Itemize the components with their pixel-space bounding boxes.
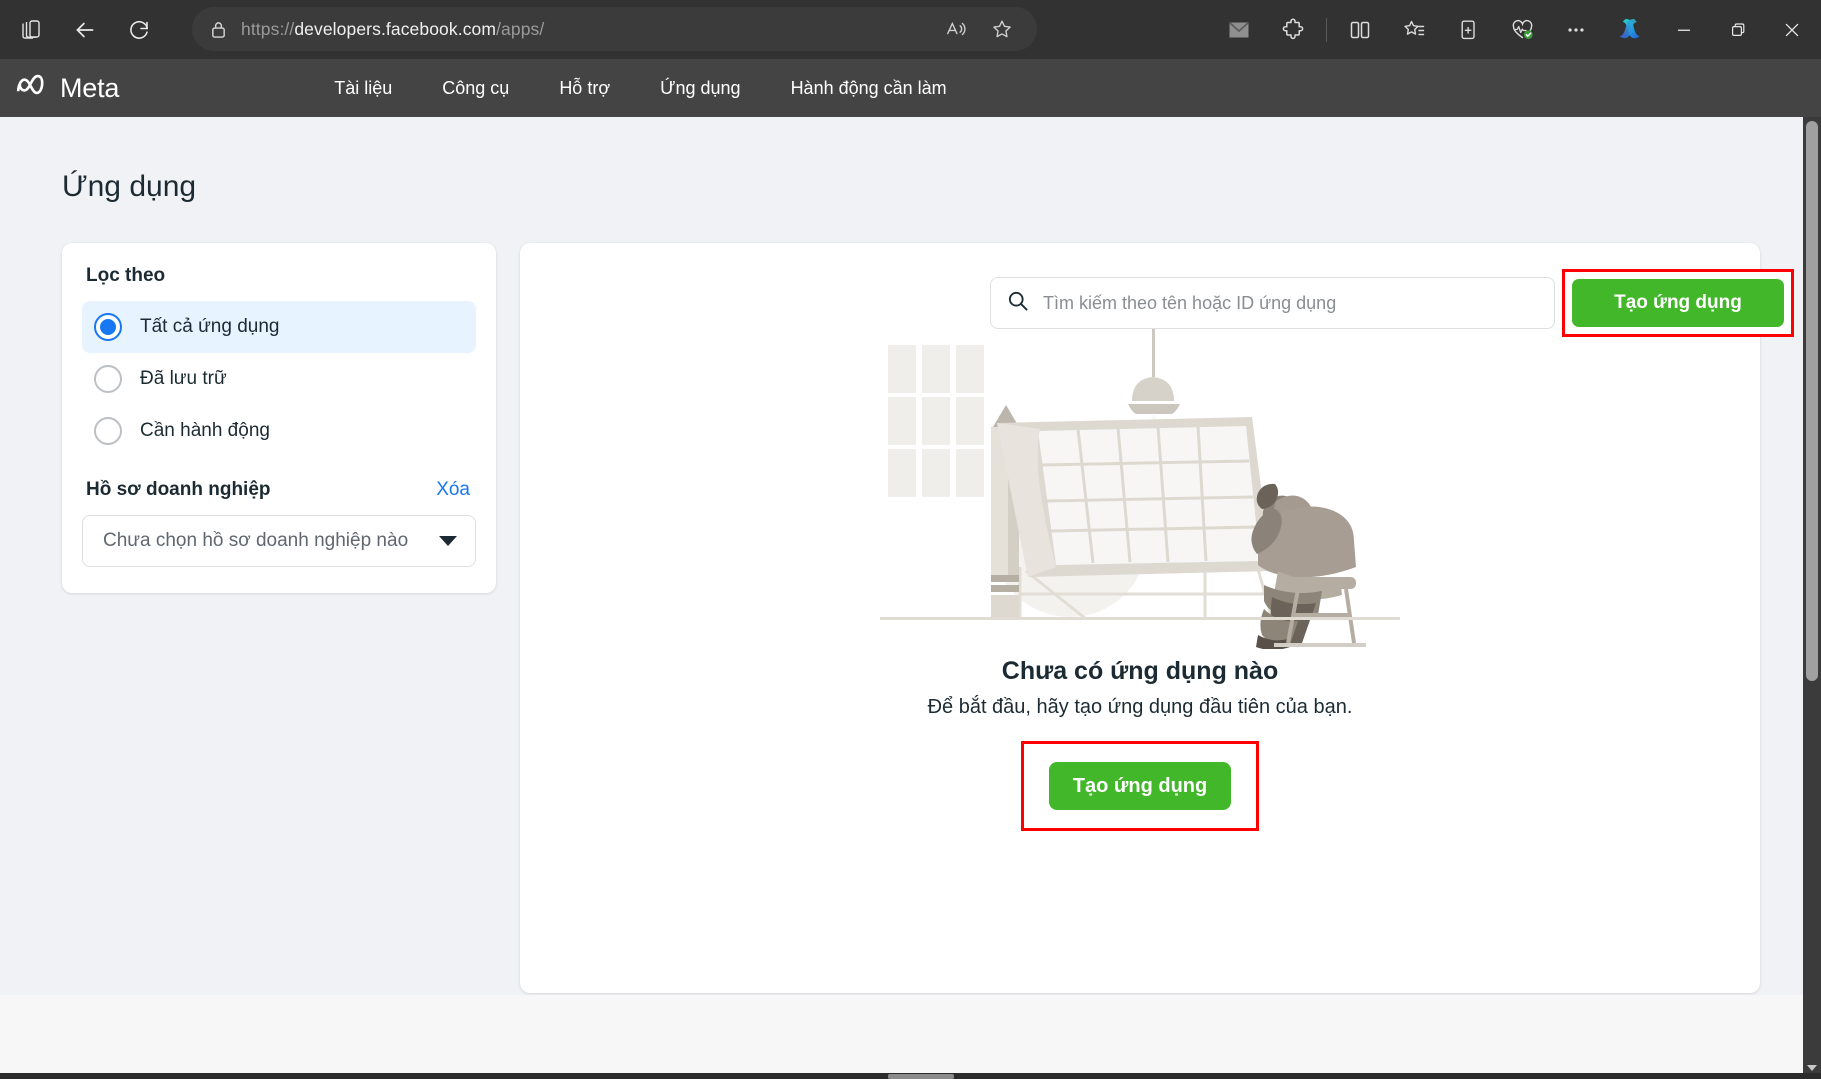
page-title: Ứng dụng — [62, 170, 196, 204]
empty-state-subtitle: Để bắt đầu, hãy tạo ứng dụng đầu tiên củ… — [928, 696, 1353, 719]
lock-icon — [210, 20, 227, 39]
omnibox-actions — [935, 11, 1023, 47]
toolbar-divider — [1326, 18, 1327, 42]
apps-content-row: Lọc theo Tất cả ứng dụng Đã lưu trữ Cần … — [0, 243, 1803, 993]
create-app-button-highlight-top: Tạo ứng dụng — [1562, 269, 1794, 337]
filter-panel: Lọc theo Tất cả ứng dụng Đã lưu trữ Cần … — [62, 243, 496, 593]
empty-state-title: Chưa có ứng dụng nào — [1002, 657, 1278, 686]
more-options-icon[interactable] — [1549, 8, 1603, 52]
url-scheme: https:// — [241, 19, 294, 39]
page-scrollbar[interactable] — [1803, 117, 1821, 1079]
radio-icon-selected[interactable] — [94, 313, 122, 341]
create-app-button-bottom[interactable]: Tạo ứng dụng — [1049, 762, 1231, 810]
copilot-icon[interactable] — [1603, 8, 1657, 52]
refresh-icon[interactable] — [112, 8, 166, 52]
triangle-down-icon — [439, 536, 457, 546]
page-header: Ứng dụng — [0, 117, 1803, 221]
business-filter-header: Hồ sơ doanh nghiệp Xóa — [82, 479, 476, 501]
seated-person — [1251, 484, 1366, 649]
filter-panel-title: Lọc theo — [82, 265, 476, 287]
browser-window: https://developers.facebook.com/apps/ — [0, 0, 1821, 1079]
browser-toolbar: https://developers.facebook.com/apps/ — [0, 0, 1821, 59]
app-search-box[interactable] — [990, 277, 1555, 329]
nav-item-ho-tro[interactable]: Hỗ trợ — [534, 70, 635, 107]
search-icon — [1007, 290, 1029, 317]
read-aloud-icon[interactable] — [935, 11, 977, 47]
create-app-button-highlight-bottom: Tạo ứng dụng — [1021, 741, 1259, 831]
drafting-board — [997, 417, 1272, 577]
url-text: https://developers.facebook.com/apps/ — [241, 19, 544, 40]
radio-icon[interactable] — [94, 365, 122, 393]
filter-option-label: Tất cả ứng dụng — [140, 316, 279, 338]
business-filter-clear-link[interactable]: Xóa — [436, 479, 470, 501]
nav-item-tai-lieu[interactable]: Tài liệu — [309, 70, 417, 107]
close-window-icon[interactable] — [1765, 4, 1819, 56]
apps-empty-state-card: Chưa có ứng dụng nào Để bắt đầu, hãy tạo… — [520, 243, 1760, 993]
back-arrow-icon[interactable] — [58, 8, 112, 52]
filter-option-label: Đã lưu trữ — [140, 368, 227, 390]
url-domain: developers.facebook.com — [294, 19, 496, 39]
browser-nav-controls — [0, 8, 166, 52]
taskbar-indicator — [888, 1074, 954, 1079]
nav-item-hanh-dong-can-lam[interactable]: Hành động cần làm — [766, 70, 972, 107]
filter-option-needs-action[interactable]: Cần hành động — [82, 405, 476, 457]
browser-toolbar-right — [1212, 0, 1821, 59]
meta-main-nav: Tài liệu Công cụ Hỗ trợ Ứng dụng Hành độ… — [309, 70, 971, 107]
url-path: /apps/ — [496, 19, 544, 39]
filter-option-archived[interactable]: Đã lưu trữ — [82, 353, 476, 405]
scrollbar-thumb[interactable] — [1806, 121, 1818, 681]
create-app-button-top[interactable]: Tạo ứng dụng — [1572, 279, 1784, 327]
business-profile-select-value: Chưa chọn hồ sơ doanh nghiệp nào — [103, 530, 408, 552]
filter-radio-group: Tất cả ứng dụng Đã lưu trữ Cần hành động — [82, 301, 476, 457]
business-filter-title: Hồ sơ doanh nghiệp — [86, 479, 271, 501]
browser-essentials-icon[interactable] — [1495, 8, 1549, 52]
window-bottom-bar — [0, 1073, 1821, 1079]
meta-logo[interactable]: Meta — [14, 73, 119, 104]
meta-wordmark: Meta — [60, 73, 119, 104]
minimize-icon[interactable] — [1657, 4, 1711, 56]
nav-item-cong-cu[interactable]: Công cụ — [417, 70, 534, 107]
app-search-input[interactable] — [1043, 293, 1538, 314]
radio-icon[interactable] — [94, 417, 122, 445]
favorites-list-icon[interactable] — [1387, 8, 1441, 52]
filter-option-label: Cần hành động — [140, 420, 270, 442]
business-profile-select[interactable]: Chưa chọn hồ sơ doanh nghiệp nào — [82, 515, 476, 567]
maximize-restore-icon[interactable] — [1711, 4, 1765, 56]
page-footer — [0, 995, 1803, 1079]
meta-infinity-logo — [14, 73, 52, 104]
star-favorite-icon[interactable] — [981, 11, 1023, 47]
meta-site-header: Meta Tài liệu Công cụ Hỗ trợ Ứng dụng Hà… — [0, 59, 1821, 117]
mail-icon[interactable] — [1212, 8, 1266, 52]
filter-option-all-apps[interactable]: Tất cả ứng dụng — [82, 301, 476, 353]
split-screen-icon[interactable] — [1333, 8, 1387, 52]
collections-icon[interactable] — [4, 8, 58, 52]
nav-item-ung-dung[interactable]: Ứng dụng — [635, 70, 765, 107]
designer-at-drafting-board-illustration — [860, 309, 1420, 649]
extensions-puzzle-icon[interactable] — [1266, 8, 1320, 52]
address-bar[interactable]: https://developers.facebook.com/apps/ — [192, 7, 1037, 51]
add-to-collections-icon[interactable] — [1441, 8, 1495, 52]
apps-page: Ứng dụng Tạo ứng dụng Lọc theo Tất cả ứn… — [0, 117, 1803, 1079]
